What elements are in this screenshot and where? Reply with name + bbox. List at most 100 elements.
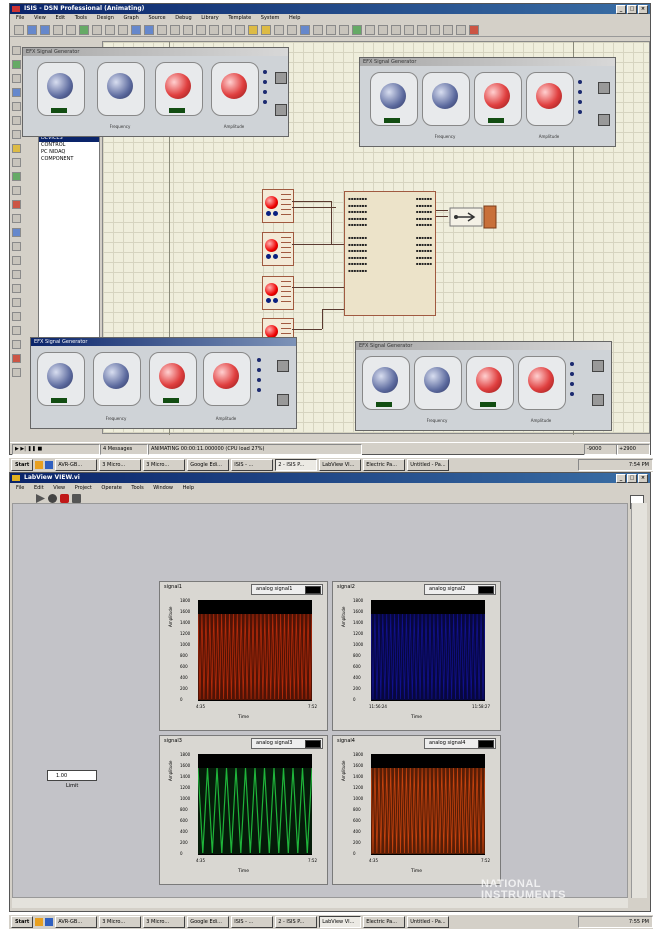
pick-device-icon[interactable]	[300, 25, 310, 35]
new-sheet-icon[interactable]	[391, 25, 401, 35]
instrument-icon[interactable]	[11, 228, 21, 237]
menu-template[interactable]: Template	[228, 15, 251, 21]
minimize-icon[interactable]: _	[616, 5, 626, 14]
taskbar-task[interactable]: Google Edi...	[187, 916, 230, 928]
zoom-in-icon[interactable]	[131, 25, 141, 35]
waveform-knob-unit[interactable]	[526, 72, 574, 126]
waveform-radio[interactable]	[263, 90, 267, 94]
area-icon[interactable]	[66, 25, 76, 35]
erc-icon[interactable]	[443, 25, 453, 35]
line-icon[interactable]	[11, 242, 21, 251]
menu-file[interactable]: File	[16, 485, 24, 491]
ares-icon[interactable]	[469, 25, 479, 35]
taskbar-task[interactable]: 3 Micro...	[99, 916, 142, 928]
quicklaunch-icon[interactable]	[35, 918, 44, 926]
menu-operate[interactable]: Operate	[101, 485, 121, 491]
vertical-scrollbar[interactable]	[631, 503, 647, 898]
menu-graph[interactable]: Graph	[124, 15, 139, 21]
knob-icon[interactable]	[372, 367, 398, 393]
limit-numeric-control[interactable]: 1.00	[47, 770, 97, 781]
waveform-chart-2[interactable]: signal2 analog signal2 Amplitude Time 11:56:…	[332, 581, 501, 731]
zoom-all-icon[interactable]	[157, 25, 167, 35]
maximize-icon[interactable]: □	[627, 5, 637, 14]
cut-icon[interactable]	[209, 25, 219, 35]
maximize-icon[interactable]: □	[627, 474, 637, 483]
wire-label-icon[interactable]	[11, 88, 21, 97]
plot-legend[interactable]: analog signal1	[251, 584, 323, 595]
box-icon[interactable]	[11, 256, 21, 265]
start-button[interactable]: Start	[11, 916, 34, 928]
minimize-icon[interactable]: _	[616, 474, 626, 483]
terminal-icon[interactable]	[11, 144, 21, 153]
frequency-knob-unit[interactable]	[414, 356, 462, 410]
waveform-knob-unit[interactable]	[211, 62, 259, 116]
search-icon[interactable]	[365, 25, 375, 35]
grid-icon[interactable]	[92, 25, 102, 35]
print-icon[interactable]	[53, 25, 63, 35]
taskbar-task[interactable]: LabView VI...	[319, 459, 362, 471]
polarity-button[interactable]	[598, 114, 610, 126]
netlist-icon[interactable]	[456, 25, 466, 35]
arc-icon[interactable]	[11, 284, 21, 293]
menu-project[interactable]: Project	[75, 485, 92, 491]
waveform-radio[interactable]	[578, 80, 582, 84]
taskbar-task[interactable]: AVR-GB...	[55, 916, 98, 928]
system-clock[interactable]: 7:54 PM	[578, 459, 653, 471]
origin-icon[interactable]	[105, 25, 115, 35]
close-icon[interactable]: ×	[638, 474, 648, 483]
pause-icon[interactable]	[72, 494, 81, 503]
menu-design[interactable]: Design	[97, 15, 114, 21]
polarity-button[interactable]	[275, 104, 287, 116]
offset-knob-unit[interactable]	[149, 352, 197, 406]
offset-knob-unit[interactable]	[466, 356, 514, 410]
taskbar-task[interactable]: Google Edi...	[187, 459, 230, 471]
plot-legend[interactable]: analog signal3	[251, 738, 323, 749]
block-rotate-icon[interactable]	[274, 25, 284, 35]
object-item[interactable]: PC NIDAQ	[39, 149, 99, 156]
start-button[interactable]: Start	[11, 459, 34, 471]
polarity-button[interactable]	[277, 394, 289, 406]
menu-system[interactable]: System	[261, 15, 280, 21]
text-script-icon[interactable]	[11, 102, 21, 111]
taskbar-task[interactable]: LabView VI...	[319, 916, 362, 928]
signal-generator-1[interactable]: EFX Signal Generator Frequency Amplitude	[22, 47, 289, 137]
waveform-radio[interactable]	[570, 362, 574, 366]
graph-icon[interactable]	[11, 172, 21, 181]
menu-view[interactable]: View	[53, 485, 65, 491]
offset-knob-unit[interactable]	[474, 72, 522, 126]
knob-icon[interactable]	[165, 73, 191, 99]
legend-swatch[interactable]	[478, 586, 494, 594]
logic-probe[interactable]	[262, 276, 294, 310]
knob-icon[interactable]	[107, 73, 133, 99]
block-copy-icon[interactable]	[248, 25, 258, 35]
run-icon[interactable]	[36, 494, 45, 503]
zoom-area-icon[interactable]	[170, 25, 180, 35]
subcircuit-icon[interactable]	[11, 130, 21, 139]
waveform-radio[interactable]	[257, 378, 261, 382]
frequency-knob-unit[interactable]	[93, 352, 141, 406]
text-icon[interactable]	[11, 312, 21, 321]
menu-edit[interactable]: Edit	[34, 485, 44, 491]
waveform-radio[interactable]	[263, 100, 267, 104]
waveform-radio[interactable]	[570, 372, 574, 376]
zoom-out-icon[interactable]	[144, 25, 154, 35]
paste-icon[interactable]	[235, 25, 245, 35]
taskbar-task[interactable]: Untitled - Pa...	[407, 459, 450, 471]
open-icon[interactable]	[27, 25, 37, 35]
messages-indicator[interactable]: 4 Messages	[100, 444, 148, 455]
taskbar-task[interactable]: 2 - ISIS P...	[275, 459, 318, 471]
refresh-icon[interactable]	[79, 25, 89, 35]
copy-icon[interactable]	[222, 25, 232, 35]
taskbar-task[interactable]: 3 Micro...	[143, 916, 186, 928]
knob-icon[interactable]	[536, 83, 562, 109]
waveform-chart-4[interactable]: signal4 analog signal4 Amplitude Time 4:35 7:…	[332, 735, 501, 885]
knob-icon[interactable]	[47, 73, 73, 99]
menu-debug[interactable]: Debug	[175, 15, 191, 21]
animation-controls[interactable]: ▶ ▶| ❚❚ ■	[12, 444, 100, 455]
taskbar-task[interactable]: AVR-GB...	[55, 459, 98, 471]
path-icon[interactable]	[11, 298, 21, 307]
amplitude-knob-unit[interactable]	[370, 72, 418, 126]
taskbar-task[interactable]: 3 Micro...	[99, 459, 142, 471]
horizontal-scrollbar[interactable]	[12, 898, 628, 908]
front-panel[interactable]: 1.00 Limit signal1 analog signal1 Amplitud…	[12, 503, 628, 910]
